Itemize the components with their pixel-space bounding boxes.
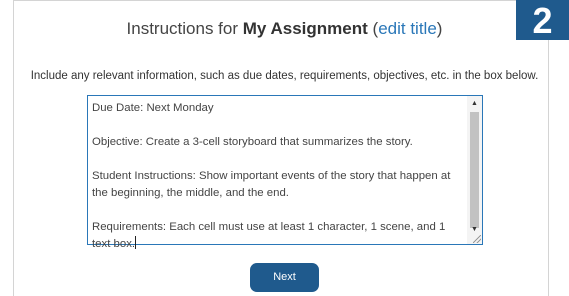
title-prefix: Instructions for xyxy=(126,19,239,38)
scroll-thumb[interactable] xyxy=(470,112,479,228)
next-button[interactable]: Next xyxy=(250,263,319,292)
page-title: Instructions for My Assignment (edit tit… xyxy=(0,19,569,39)
textarea-paragraph-text: Requirements: Each cell must use at leas… xyxy=(92,221,446,250)
textarea-paragraph: Due Date: Next Monday xyxy=(92,102,214,114)
instructions-textarea[interactable]: Due Date: Next Monday Objective: Create … xyxy=(87,95,483,250)
textarea-scrollbar[interactable]: ▲ ▼ xyxy=(467,96,482,244)
resize-grip-icon[interactable] xyxy=(473,235,481,243)
textarea-content[interactable]: Due Date: Next Monday Objective: Create … xyxy=(92,100,466,253)
assignment-name: My Assignment xyxy=(242,19,368,38)
paren-close: ) xyxy=(436,19,443,38)
textarea-paragraph-last: Requirements: Each cell must use at leas… xyxy=(92,219,466,253)
text-caret xyxy=(135,236,137,249)
instruction-text: Include any relevant information, such a… xyxy=(30,70,539,82)
card-top-border xyxy=(13,0,547,1)
edit-title-link[interactable]: edit title xyxy=(378,19,437,38)
step-number-badge: 2 xyxy=(516,0,569,41)
scroll-up-arrow-icon[interactable]: ▲ xyxy=(467,97,482,111)
textarea-paragraph: Student Instructions: Show important eve… xyxy=(92,170,451,199)
textarea-paragraph: Objective: Create a 3-cell storyboard th… xyxy=(92,136,413,148)
